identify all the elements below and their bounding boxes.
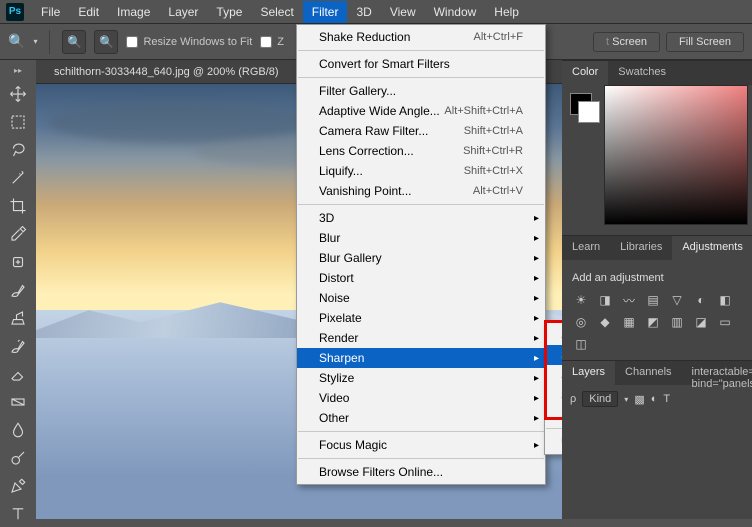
zoom-all-checkbox[interactable]: Z xyxy=(260,36,284,48)
healing-brush-tool[interactable] xyxy=(4,249,32,275)
type-tool[interactable] xyxy=(4,501,32,527)
adj-curves-icon[interactable]: 〰 xyxy=(620,292,638,308)
history-brush-tool[interactable] xyxy=(4,333,32,359)
adj-posterize-icon[interactable]: ▥ xyxy=(668,314,686,330)
clone-stamp-tool[interactable] xyxy=(4,305,32,331)
zoom-out-button[interactable]: 🔍 xyxy=(94,30,118,54)
brush-tool[interactable] xyxy=(4,277,32,303)
filter-blur-gallery[interactable]: Blur Gallery xyxy=(297,248,545,268)
menu-help[interactable]: Help xyxy=(485,1,528,23)
color-panel: Color Swatches xyxy=(562,60,752,235)
layers-filter-type-icon[interactable]: T xyxy=(663,393,670,405)
fill-screen-button[interactable]: Fill Screen xyxy=(666,32,744,52)
adj-gradient-map-icon[interactable]: ▭ xyxy=(716,314,734,330)
filter-menu-dropdown: Shake Reduction Alt+Ctrl+F Convert for S… xyxy=(296,24,546,485)
filter-pixelate[interactable]: Pixelate xyxy=(297,308,545,328)
adj-photo-filter-icon[interactable]: ◎ xyxy=(572,314,590,330)
toolbox-expand-icon[interactable]: ▸▸ xyxy=(14,66,22,75)
menu-type[interactable]: Type xyxy=(207,1,251,23)
tab-swatches[interactable]: Swatches xyxy=(608,61,676,85)
gradient-tool[interactable] xyxy=(4,389,32,415)
adj-brightness-icon[interactable]: ☀ xyxy=(572,292,590,308)
adj-vibrance-icon[interactable]: ▽ xyxy=(668,292,686,308)
layers-panel: Layers Channels interactable="true" data… xyxy=(562,360,752,413)
filter-gallery[interactable]: Filter Gallery... xyxy=(297,81,545,101)
filter-vanishing-point[interactable]: Vanishing Point...Alt+Ctrl+V xyxy=(297,181,545,201)
adj-invert-icon[interactable]: ◩ xyxy=(644,314,662,330)
menu-edit[interactable]: Edit xyxy=(69,1,108,23)
tab-channels[interactable]: Channels xyxy=(615,361,681,385)
filter-adaptive-wide-angle[interactable]: Adaptive Wide Angle...Alt+Shift+Ctrl+A xyxy=(297,101,545,121)
tab-learn[interactable]: Learn xyxy=(562,236,610,260)
layers-filter-label: ρ xyxy=(570,393,576,405)
filter-render[interactable]: Render xyxy=(297,328,545,348)
color-spectrum[interactable] xyxy=(604,85,748,225)
menu-window[interactable]: Window xyxy=(425,1,486,23)
tab-libraries[interactable]: Libraries xyxy=(610,236,672,260)
pen-tool[interactable] xyxy=(4,473,32,499)
adj-hue-icon[interactable]: ◐ xyxy=(692,292,710,308)
fit-screen-button[interactable]: t Fit ScreenScreen xyxy=(593,32,660,52)
menu-3d[interactable]: 3D xyxy=(347,1,380,23)
filter-browse-online[interactable]: Browse Filters Online... xyxy=(297,462,545,482)
menu-filter[interactable]: Filter xyxy=(303,1,348,23)
adj-threshold-icon[interactable]: ◪ xyxy=(692,314,710,330)
adj-selective-color-icon[interactable]: ◫ xyxy=(572,336,590,352)
lasso-tool[interactable] xyxy=(4,137,32,163)
filter-recent[interactable]: Shake Reduction Alt+Ctrl+F xyxy=(297,27,545,47)
foreground-background-swatch[interactable] xyxy=(570,93,600,123)
filter-distort[interactable]: Distort xyxy=(297,268,545,288)
toolbox: ▸▸ xyxy=(0,60,36,527)
filter-video[interactable]: Video xyxy=(297,388,545,408)
filter-noise[interactable]: Noise xyxy=(297,288,545,308)
dodge-tool[interactable] xyxy=(4,445,32,471)
tab-layers[interactable]: Layers xyxy=(562,361,615,385)
filter-liquify[interactable]: Liquify...Shift+Ctrl+X xyxy=(297,161,545,181)
magic-wand-tool[interactable] xyxy=(4,165,32,191)
adj-exposure-icon[interactable]: ▤ xyxy=(644,292,662,308)
filter-camera-raw[interactable]: Camera Raw Filter...Shift+Ctrl+A xyxy=(297,121,545,141)
filter-stylize[interactable]: Stylize xyxy=(297,368,545,388)
menu-layer[interactable]: Layer xyxy=(159,1,207,23)
app-logo: Ps xyxy=(6,3,24,21)
resize-windows-checkbox[interactable]: Resize Windows to Fit xyxy=(126,36,252,48)
marquee-tool[interactable] xyxy=(4,109,32,135)
filter-blur[interactable]: Blur xyxy=(297,228,545,248)
menu-select[interactable]: Select xyxy=(251,1,302,23)
document-tab[interactable]: schilthorn-3033448_640.jpg @ 200% (RGB/8… xyxy=(54,66,279,78)
layers-filter-adj-icon[interactable]: ◐ xyxy=(651,393,658,405)
separator xyxy=(49,30,50,54)
menubar: Ps File Edit Image Layer Type Select Fil… xyxy=(0,0,752,24)
tab-adjustments[interactable]: Adjustments xyxy=(672,236,752,260)
adj-levels-icon[interactable]: ◨ xyxy=(596,292,614,308)
tab-paths: interactable="true" data-bind="panels.la… xyxy=(682,361,752,385)
move-tool[interactable] xyxy=(4,81,32,107)
add-adjustment-label: Add an adjustment xyxy=(572,272,744,284)
layers-filter-pixl-icon[interactable]: ▩ xyxy=(634,393,644,406)
adj-color-lookup-icon[interactable]: ▦ xyxy=(620,314,638,330)
crop-tool[interactable] xyxy=(4,193,32,219)
tab-color[interactable]: Color xyxy=(562,61,608,85)
adjustments-panel: Learn Libraries Adjustments Add an adjus… xyxy=(562,235,752,360)
filter-sharpen[interactable]: Sharpen xyxy=(297,348,545,368)
blur-tool[interactable] xyxy=(4,417,32,443)
filter-convert-smart[interactable]: Convert for Smart Filters xyxy=(297,54,545,74)
right-panels: Color Swatches Learn Libraries Adjustmen… xyxy=(562,60,752,519)
adjustment-icons: ☀ ◨ 〰 ▤ ▽ ◐ ◧ ◎ ◆ ▦ ◩ ▥ ◪ ▭ ◫ xyxy=(570,292,744,352)
color-panel-tabs: Color Swatches xyxy=(562,61,752,85)
filter-3d[interactable]: 3D xyxy=(297,208,545,228)
filter-other[interactable]: Other xyxy=(297,408,545,428)
eraser-tool[interactable] xyxy=(4,361,32,387)
filter-lens-correction[interactable]: Lens Correction...Shift+Ctrl+R xyxy=(297,141,545,161)
menu-view[interactable]: View xyxy=(381,1,425,23)
adj-channel-mixer-icon[interactable]: ◆ xyxy=(596,314,614,330)
eyedropper-tool[interactable] xyxy=(4,221,32,247)
layers-kind-filter[interactable]: Kind xyxy=(582,391,618,407)
zoom-in-button[interactable]: 🔍 xyxy=(62,30,86,54)
adj-bw-icon[interactable]: ◧ xyxy=(716,292,734,308)
menu-image[interactable]: Image xyxy=(108,1,159,23)
menu-file[interactable]: File xyxy=(32,1,69,23)
zoom-tool-icon: 🔍 xyxy=(8,33,25,50)
filter-focus-magic[interactable]: Focus Magic xyxy=(297,435,545,455)
